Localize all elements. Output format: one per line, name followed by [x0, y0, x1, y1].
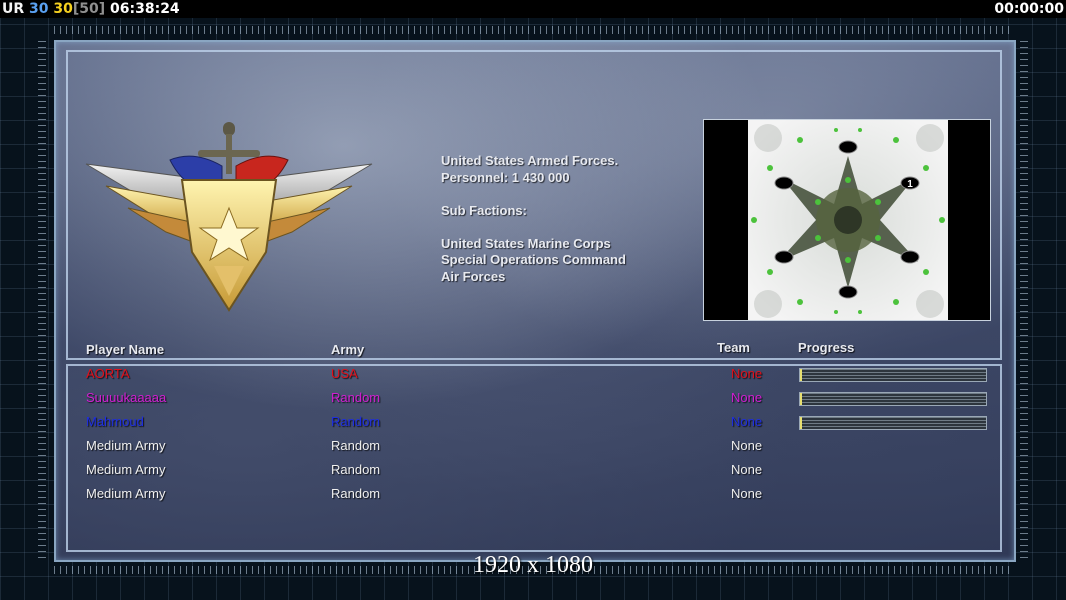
hud-value-cap: [50]	[72, 1, 106, 17]
player-name: Mahmoud	[86, 414, 144, 429]
player-name: Medium Army	[86, 486, 166, 501]
progress-fill	[800, 417, 802, 429]
progress-fill	[800, 369, 802, 381]
hud-timer: 00:00:00	[994, 1, 1064, 17]
progress-bar	[799, 368, 987, 382]
player-name: Medium Army	[86, 438, 166, 453]
player-army: Random	[331, 486, 381, 501]
player-team: None	[731, 366, 763, 381]
player-army: Random	[331, 438, 381, 453]
player-army: Random	[331, 462, 381, 477]
map-preview: 1	[703, 119, 991, 321]
player-team: None	[731, 462, 763, 477]
player-team: None	[731, 390, 763, 405]
hud-stats: UR 30 30[50] 06:38:24	[2, 1, 180, 17]
resolution-label: 1920 x 1080	[473, 552, 593, 578]
player-row: Medium Army Random None	[0, 438, 1066, 462]
progress-bar	[799, 416, 987, 430]
hud-value-b: 30	[53, 1, 73, 17]
hud-value-a: 30	[29, 1, 49, 17]
player-team: None	[731, 414, 763, 429]
progress-bar	[799, 392, 987, 406]
sub-faction-item: Special Operations Command	[441, 252, 626, 267]
player-name: AORTA	[86, 366, 130, 381]
faction-emblem	[85, 122, 373, 312]
faction-name: United States Armed Forces.	[441, 153, 619, 168]
header-player-name: Player Name	[86, 342, 165, 357]
hud-label: UR	[2, 1, 25, 17]
player-row: Suuuukaaaaa Random None	[0, 390, 1066, 414]
player-row: Medium Army Random None	[0, 486, 1066, 510]
player-army: Random	[331, 390, 381, 405]
map-terrain: 1	[748, 120, 948, 320]
progress-fill	[800, 393, 802, 405]
player-name: Medium Army	[86, 462, 166, 477]
header-army: Army	[331, 342, 365, 357]
start-position-marker: 1	[907, 179, 913, 190]
header-team: Team	[717, 340, 750, 355]
player-row: AORTA USA None	[0, 366, 1066, 390]
player-team: None	[731, 438, 763, 453]
player-name: Suuuukaaaaa	[86, 390, 167, 405]
player-row: Medium Army Random None	[0, 462, 1066, 486]
player-army: USA	[331, 366, 358, 381]
faction-info: United States Armed Forces. Personnel: 1…	[441, 153, 626, 285]
sub-faction-item: United States Marine Corps	[441, 235, 611, 251]
sub-faction-item: Air Forces	[441, 268, 506, 284]
sub-factions-label: Sub Factions:	[441, 202, 527, 218]
faction-personnel: Personnel: 1 430 000	[441, 169, 570, 185]
player-army: Random	[331, 414, 381, 429]
player-row: Mahmoud Random None	[0, 414, 1066, 438]
player-team: None	[731, 486, 763, 501]
top-ruler	[54, 26, 1012, 34]
hud-clock: 06:38:24	[110, 1, 180, 17]
header-progress: Progress	[798, 340, 855, 355]
